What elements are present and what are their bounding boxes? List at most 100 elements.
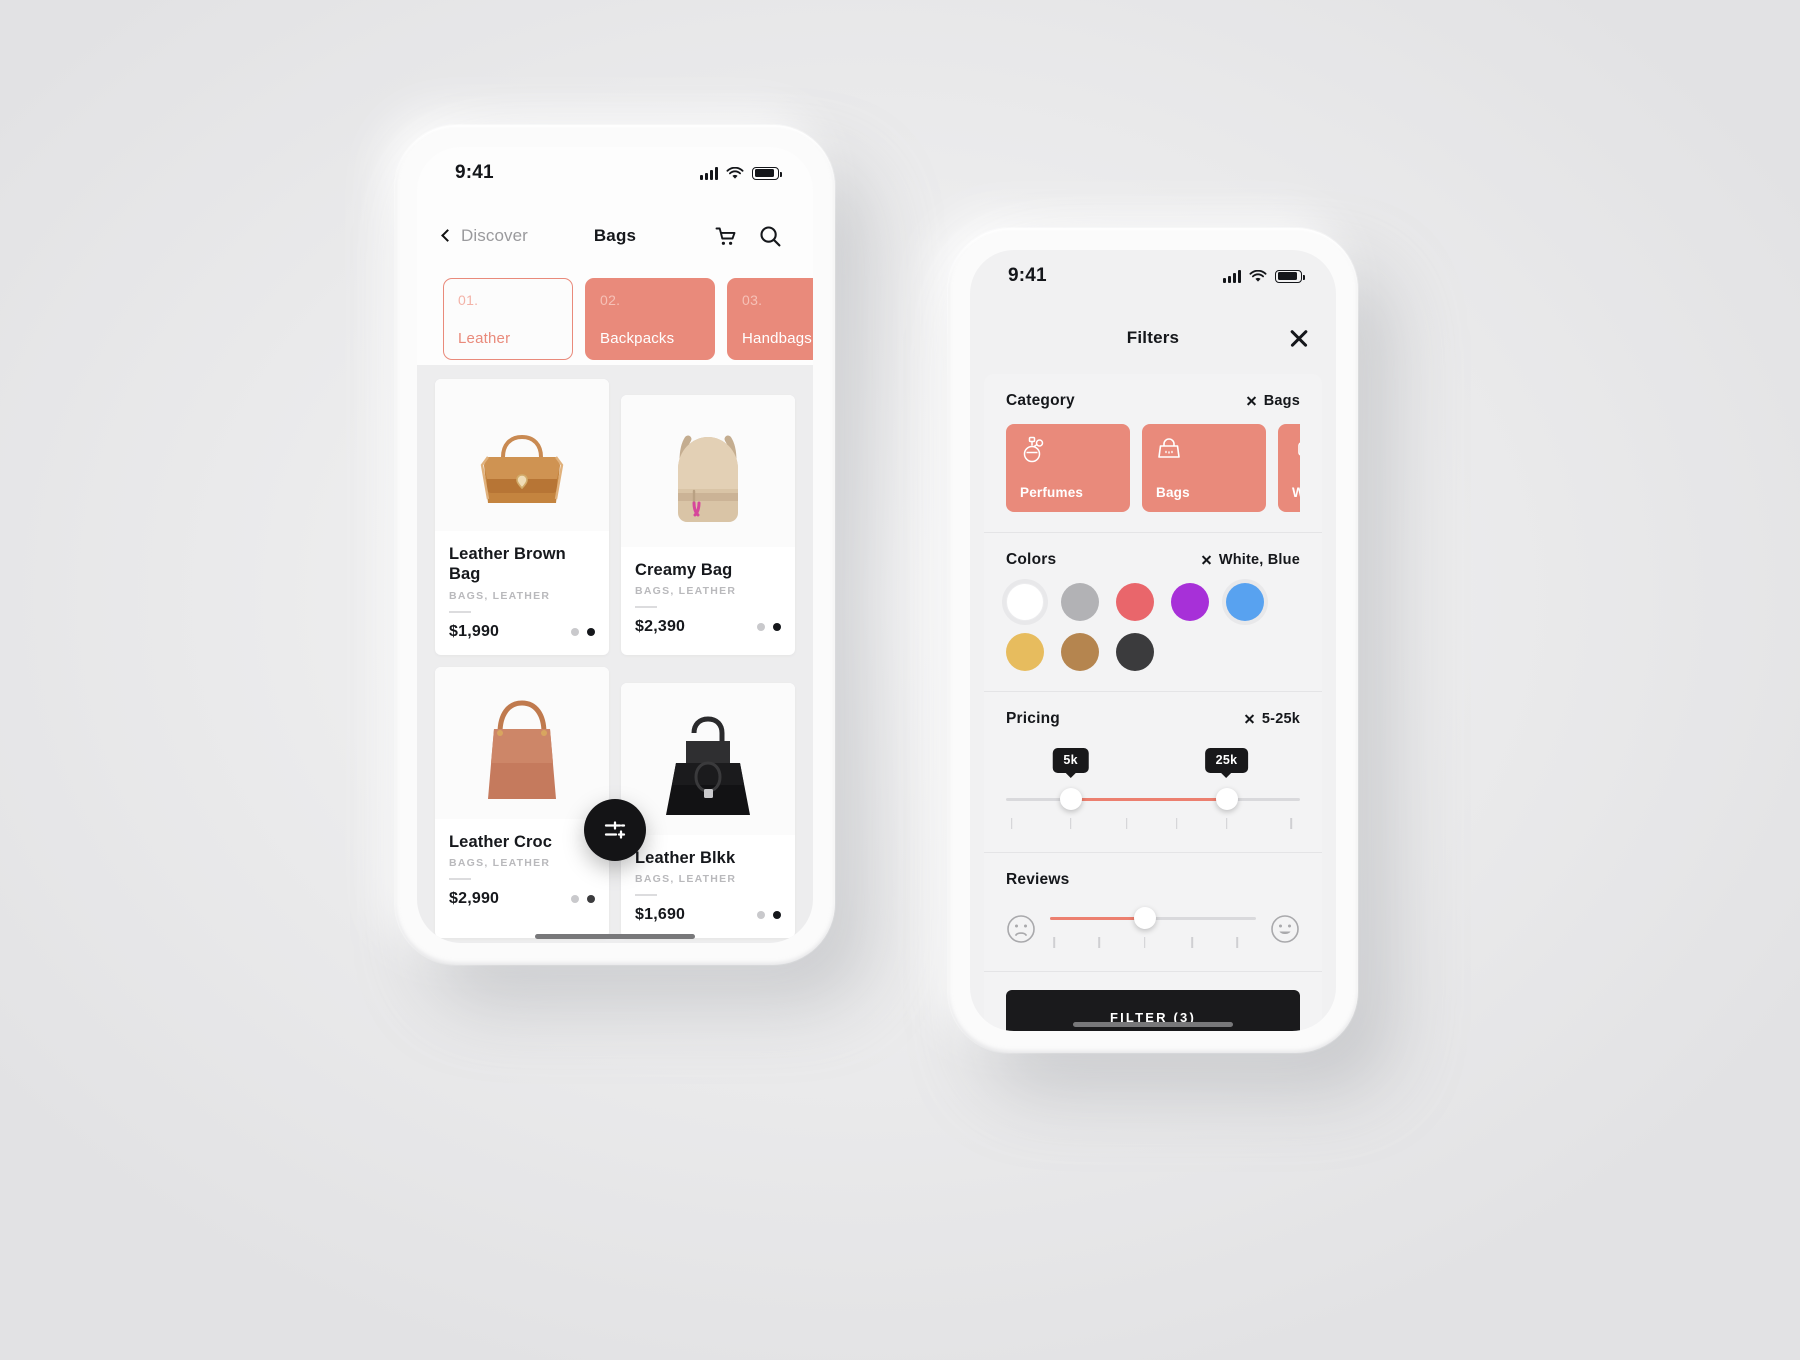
price-track-row[interactable] [1006, 788, 1300, 810]
reviews-slider[interactable] [1006, 903, 1300, 951]
color-swatch-red[interactable] [1116, 583, 1154, 621]
close-icon[interactable] [1288, 327, 1310, 349]
color-swatch-yellow[interactable] [1006, 633, 1044, 671]
section-header: Colors White, Blue [1006, 551, 1300, 569]
color-swatch-purple[interactable] [1171, 583, 1209, 621]
product-divider [449, 878, 471, 881]
product-grid: Leather Brown Bag BAGS, LEATHER $1,990 C… [417, 365, 813, 943]
color-dot[interactable] [773, 623, 781, 632]
category-tile-label: Bags [1156, 485, 1190, 500]
filters-title: Filters [1126, 328, 1180, 347]
handbag-icon [1158, 438, 1180, 458]
product-title: Creamy Bag [635, 561, 733, 579]
category-chip-backpacks[interactable]: 02. Backpacks [585, 278, 715, 360]
price-track-fill [1070, 797, 1227, 801]
wifi-icon [1249, 269, 1267, 282]
section-pricing: Pricing 5-25k 5k 25k [984, 692, 1322, 853]
color-swatch-black[interactable] [1116, 633, 1154, 671]
clear-category-button[interactable]: Bags [1246, 393, 1300, 409]
product-card[interactable]: Leather Brown Bag BAGS, LEATHER $1,990 [435, 379, 609, 655]
section-category: Category Bags Perfumes Bags W [984, 374, 1322, 533]
reviews-track-fill [1050, 916, 1145, 920]
product-image-cream-backpack [621, 395, 795, 547]
phone-catalog: 9:41 Discover Bags 01. Leather 02. Backp… [395, 125, 835, 965]
section-title: Category [1006, 392, 1075, 409]
product-category: BAGS, LEATHER [635, 873, 737, 886]
category-chip-leather[interactable]: 01. Leather [443, 278, 573, 360]
category-tile-watches[interactable]: W [1278, 424, 1300, 512]
section-header: Pricing 5-25k [1006, 710, 1300, 728]
price-min-knob[interactable] [1059, 788, 1082, 810]
color-swatch-white[interactable] [1006, 583, 1044, 621]
category-chip-handbags[interactable]: 03. Handbags [727, 278, 813, 360]
signal-icon [700, 166, 718, 180]
color-swatch-blue[interactable] [1226, 583, 1264, 621]
product-info: Creamy Bag BAGS, LEATHER $2,390 [621, 547, 795, 650]
category-chip-strip[interactable]: 01. Leather 02. Backpacks 03. Handbags [417, 273, 813, 365]
section-header: Reviews [1006, 871, 1300, 889]
product-price: $2,390 [635, 618, 686, 636]
price-range-slider[interactable]: 5k 25k [1006, 742, 1300, 832]
price-max-knob[interactable] [1215, 788, 1238, 810]
category-chip-label: Leather [458, 330, 511, 347]
color-dot[interactable] [587, 895, 595, 904]
category-chip-number: 02. [600, 292, 621, 308]
home-indicator [1073, 1022, 1233, 1027]
back-label: Discover [461, 226, 528, 245]
color-swatches [1006, 583, 1300, 671]
color-dot[interactable] [757, 623, 765, 632]
filters-header: Filters [970, 302, 1336, 374]
back-button[interactable]: Discover [441, 226, 528, 246]
product-card[interactable]: Leather Croc BAGS, LEATHER $2,990 [435, 666, 609, 939]
color-swatch-row [1006, 583, 1300, 621]
navbar-actions [713, 224, 783, 249]
product-category: BAGS, LEATHER [635, 585, 737, 598]
section-reviews: Reviews [984, 853, 1322, 972]
home-indicator [535, 934, 695, 939]
product-price: $1,690 [635, 906, 686, 924]
color-dot[interactable] [773, 911, 781, 920]
product-divider [449, 610, 471, 613]
product-category: BAGS, LEATHER [449, 857, 551, 870]
filter-fab-button[interactable] [584, 799, 646, 861]
color-dot[interactable] [587, 627, 595, 636]
catalog-navbar: Discover Bags [417, 199, 813, 273]
battery-icon [752, 166, 782, 180]
product-color-dots[interactable] [757, 623, 781, 632]
price-min-pill: 5k [1052, 748, 1089, 773]
category-tile-perfumes[interactable]: Perfumes [1006, 424, 1130, 512]
reviews-track-wrap[interactable] [1050, 907, 1256, 951]
search-icon[interactable] [758, 224, 783, 249]
category-chip-label: Backpacks [600, 330, 675, 347]
filters-screen: 9:41 Filters Category Bags Perfumes Bags… [970, 250, 1336, 1031]
product-card[interactable]: Leather Blkk BAGS, LEATHER $1,690 [621, 682, 795, 939]
clear-colors-button[interactable]: White, Blue [1201, 552, 1300, 568]
product-footer: $1,690 [635, 906, 781, 924]
product-color-dots[interactable] [571, 895, 595, 904]
color-dot[interactable] [571, 627, 579, 636]
product-color-dots[interactable] [571, 627, 595, 636]
clear-label: White, Blue [1218, 552, 1300, 568]
sliders-filter-icon [604, 821, 626, 839]
color-swatch-row [1006, 633, 1300, 671]
product-color-dots[interactable] [757, 911, 781, 920]
section-title: Pricing [1006, 710, 1060, 727]
reviews-track-row[interactable] [1050, 907, 1256, 929]
product-divider [635, 606, 657, 609]
product-info: Leather Croc BAGS, LEATHER $2,990 [435, 819, 609, 922]
section-header: Category Bags [1006, 392, 1300, 410]
product-title: Leather Brown Bag [449, 545, 566, 584]
color-dot[interactable] [757, 911, 765, 920]
reviews-knob[interactable] [1133, 907, 1156, 929]
product-price: $1,990 [449, 622, 500, 640]
perfume-bottle-icon [1023, 436, 1044, 463]
category-tiles: Perfumes Bags W [1006, 424, 1300, 512]
color-dot[interactable] [571, 895, 579, 904]
category-tile-bags[interactable]: Bags [1142, 424, 1266, 512]
shopping-cart-icon[interactable] [713, 224, 738, 249]
product-image-black-backpack [621, 682, 795, 835]
color-swatch-grey[interactable] [1061, 583, 1099, 621]
clear-pricing-button[interactable]: 5-25k [1244, 711, 1300, 727]
color-swatch-tan[interactable] [1061, 633, 1099, 671]
product-card[interactable]: Creamy Bag BAGS, LEATHER $2,390 [621, 395, 795, 655]
